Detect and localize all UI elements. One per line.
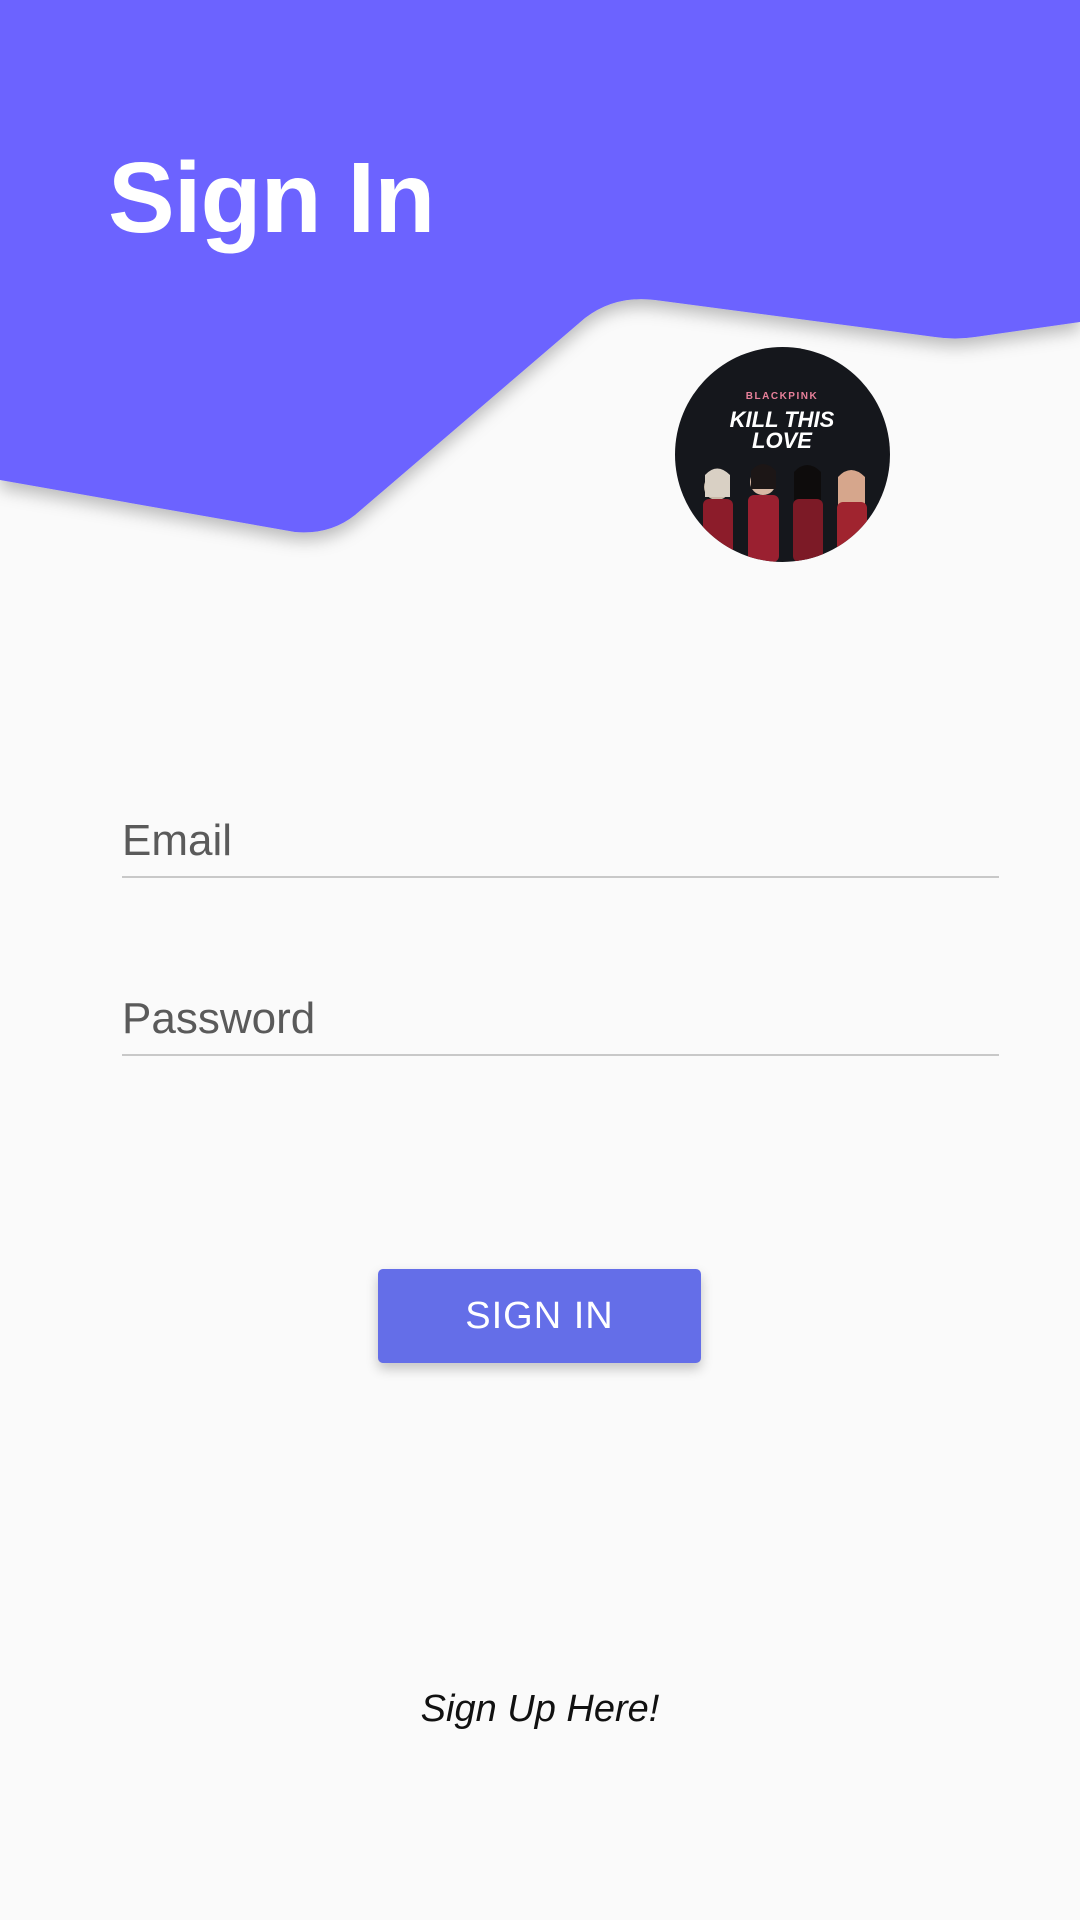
password-field[interactable] (122, 984, 999, 1056)
page-title: Sign In (108, 142, 435, 254)
sign-up-link[interactable]: Sign Up Here! (0, 1688, 1080, 1731)
sign-in-button[interactable]: SIGN IN (378, 1269, 701, 1363)
sign-in-screen: Sign In BLACKPINK KILL THIS LOVE Email S… (0, 0, 1080, 1920)
avatar-brand-text: BLACKPINK (746, 391, 818, 402)
email-input[interactable] (122, 806, 999, 876)
email-field[interactable] (122, 806, 999, 878)
avatar-album-line2: LOVE (752, 428, 813, 453)
album-avatar: BLACKPINK KILL THIS LOVE (675, 347, 890, 562)
header-wave-background (0, 0, 1080, 533)
password-input[interactable] (122, 984, 999, 1054)
